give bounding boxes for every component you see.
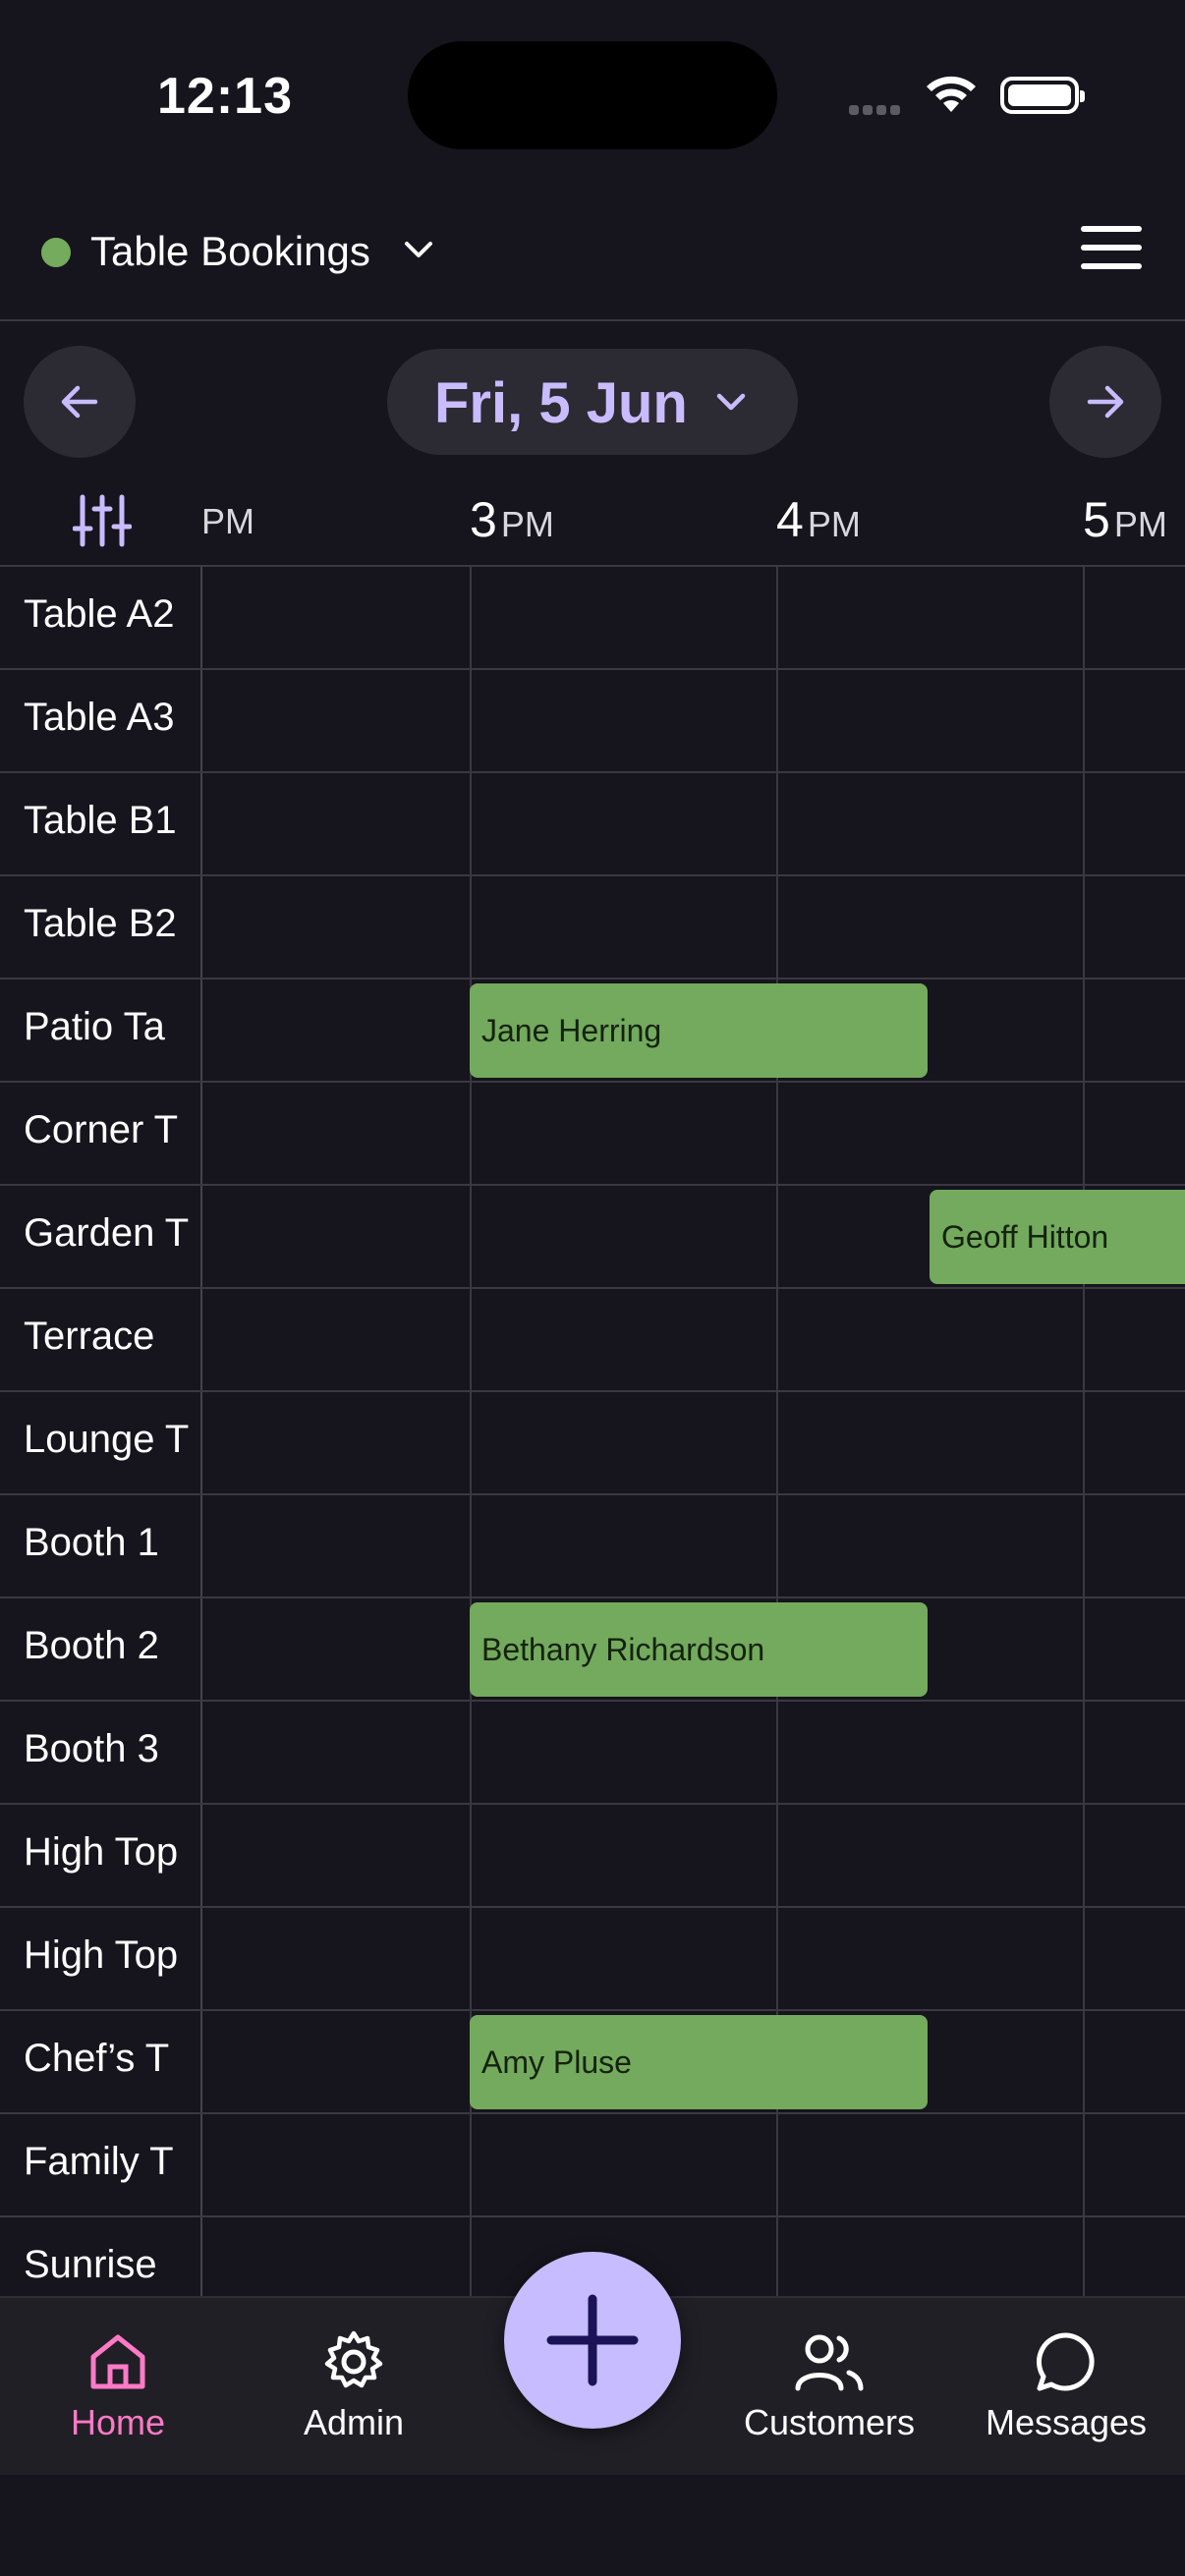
status-dot (41, 238, 71, 267)
table-name: Booth 1 (24, 1521, 159, 1564)
hamburger-menu-icon[interactable] (1081, 226, 1142, 275)
nav-home[interactable]: Home (20, 2327, 216, 2443)
previous-day-button[interactable] (24, 346, 136, 458)
time-label-partial: PM (201, 501, 254, 541)
table-row: Family T (0, 2114, 1185, 2217)
home-icon (90, 2334, 145, 2389)
selected-date: Fri, 5 Jun (434, 371, 688, 435)
table-row: Table A2 (0, 567, 1185, 670)
table-row: Table B2 (0, 876, 1185, 980)
time-label-3pm: 3 PM (470, 492, 554, 547)
app-header: Table Bookings (0, 196, 1185, 321)
gear-icon (324, 2330, 383, 2388)
chevron-down-icon[interactable] (401, 236, 436, 270)
booking-grid: Table A2 Table A3 Table B1 Table B2 Patio Ta… (0, 565, 1185, 2298)
table-name: Chef’s T (24, 2037, 170, 2080)
table-name: Corner T (24, 1108, 179, 1151)
table-row: Lounge T (0, 1392, 1185, 1495)
table-name: Family T (24, 2140, 174, 2183)
plus-icon (546, 2294, 639, 2386)
table-row: Booth 1 (0, 1495, 1185, 1598)
table-name: Table A3 (24, 696, 175, 739)
cellular-signal-icon (849, 102, 910, 116)
section-selector[interactable]: Table Bookings (90, 228, 370, 275)
table-row: Booth 3 (0, 1702, 1185, 1805)
arrow-left-icon (61, 385, 98, 419)
booking-block[interactable]: Jane Herring (470, 983, 928, 1078)
users-icon (795, 2334, 864, 2391)
next-day-button[interactable] (1049, 346, 1161, 458)
table-name: Booth 2 (24, 1624, 159, 1667)
time-label-5pm: 5 PM (1083, 492, 1167, 547)
arrow-right-icon (1087, 385, 1124, 419)
booking-block[interactable]: Bethany Richardson (470, 1602, 928, 1697)
table-name: Sunrise (24, 2243, 157, 2286)
add-booking-button[interactable] (504, 2252, 681, 2429)
battery-icon (1000, 77, 1085, 114)
wifi-icon (924, 73, 979, 121)
table-row: High Top (0, 1805, 1185, 1908)
home-indicator-area (0, 2475, 1185, 2576)
table-name: Lounge T (24, 1418, 190, 1461)
table-row: High Top (0, 1908, 1185, 2011)
chevron-down-icon (711, 388, 751, 422)
table-name: Terrace (24, 1315, 155, 1358)
table-name: Booth 3 (24, 1727, 159, 1770)
table-name: Table B2 (24, 902, 177, 945)
nav-admin[interactable]: Admin (255, 2327, 452, 2443)
table-name: High Top (24, 1830, 179, 1874)
status-bar: 12:13 (0, 0, 1185, 187)
table-row: Table A3 (0, 670, 1185, 773)
status-time: 12:13 (157, 68, 293, 125)
nav-messages[interactable]: Messages (968, 2327, 1164, 2443)
booking-block[interactable]: Geoff Hitton (930, 1190, 1185, 1284)
table-name: Table B1 (24, 799, 177, 842)
date-picker-button[interactable]: Fri, 5 Jun (387, 349, 798, 455)
time-label-4pm: 4 PM (776, 492, 861, 547)
table-name: Garden T (24, 1211, 190, 1255)
table-name: Table A2 (24, 592, 175, 636)
filter-sliders-icon[interactable] (72, 493, 133, 553)
table-name: Patio Ta (24, 1005, 165, 1048)
nav-customers[interactable]: Customers (731, 2327, 928, 2443)
booking-block[interactable]: Amy Pluse (470, 2015, 928, 2109)
table-row: Corner T (0, 1083, 1185, 1186)
table-name: High Top (24, 1933, 179, 1977)
message-circle-icon (1036, 2332, 1095, 2391)
dynamic-island (408, 41, 777, 149)
table-row: Table B1 (0, 773, 1185, 876)
table-row: Terrace (0, 1289, 1185, 1392)
